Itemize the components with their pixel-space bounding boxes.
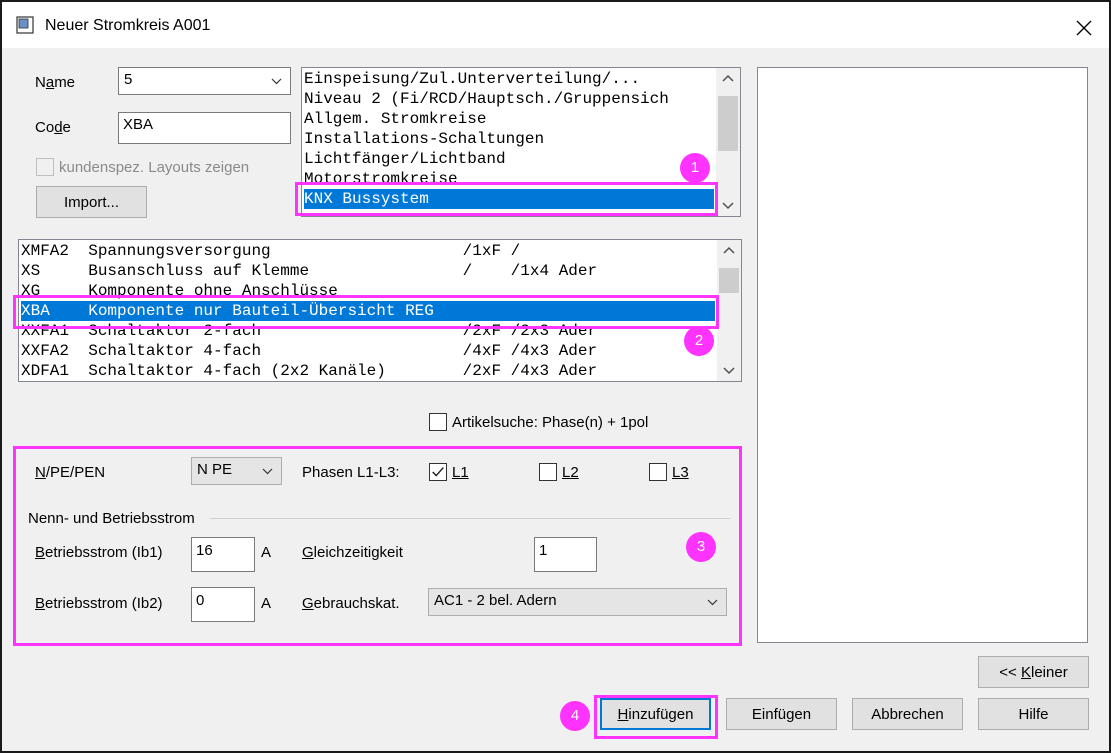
annotation-badge-4: 4	[560, 701, 590, 731]
code-label: Code	[35, 119, 71, 136]
layout-list-item[interactable]: XDFA1 Schaltaktor 4-fach (2x2 Kanäle) /2…	[21, 361, 597, 381]
custom-layouts-checkbox[interactable]	[36, 158, 54, 176]
layout-list-scrollbar[interactable]	[717, 240, 741, 381]
category-list-item[interactable]: Einspeisung/Zul.Unterverteilung/...	[304, 69, 640, 89]
close-icon[interactable]	[1070, 14, 1098, 42]
name-combobox[interactable]: 5	[118, 67, 291, 95]
annotation-highlight-2	[13, 295, 719, 329]
scroll-down-icon[interactable]	[717, 359, 741, 381]
code-input[interactable]: XBA	[118, 112, 291, 144]
annotation-highlight-3	[13, 446, 742, 646]
insert-button[interactable]: Einfügen	[726, 698, 837, 730]
name-value: 5	[124, 71, 133, 88]
scroll-down-icon[interactable]	[716, 194, 740, 216]
annotation-highlight-4	[594, 695, 718, 739]
scroll-up-icon[interactable]	[716, 68, 740, 90]
window-app-icon	[16, 16, 34, 34]
layout-list-item[interactable]: XS Busanschluss auf Klemme / /1x4 Ader	[21, 261, 597, 281]
annotation-badge-3: 3	[686, 532, 716, 562]
annotation-badge-1: 1	[680, 153, 710, 183]
category-list-item[interactable]: Niveau 2 (Fi/RCD/Hauptsch./Gruppensich	[304, 89, 669, 109]
category-scroll-thumb[interactable]	[718, 96, 738, 151]
annotation-highlight-1	[295, 182, 718, 216]
chevron-down-icon	[271, 78, 282, 85]
category-list-item[interactable]: Installations-Schaltungen	[304, 129, 544, 149]
category-list-item[interactable]: Lichtfänger/Lichtband	[304, 149, 506, 169]
article-search-label: Artikelsuche: Phase(n) + 1pol	[452, 414, 649, 431]
custom-layouts-label: kundenspez. Layouts zeigen	[59, 159, 250, 176]
title-bar: Neuer Stromkreis A001	[2, 2, 1109, 48]
layout-scroll-thumb[interactable]	[719, 268, 739, 293]
preview-panel	[757, 67, 1088, 643]
annotation-badge-2: 2	[684, 326, 714, 356]
name-label: Name	[35, 74, 76, 91]
layout-list-item[interactable]: XMFA2 Spannungsversorgung /1xF /	[21, 241, 520, 261]
import-button[interactable]: Import...	[36, 186, 147, 218]
smaller-button[interactable]: << Kleiner	[978, 656, 1089, 688]
window-title: Neuer Stromkreis A001	[45, 17, 211, 34]
article-search-checkbox[interactable]	[429, 413, 447, 431]
category-list-scrollbar[interactable]	[716, 68, 740, 216]
category-list-item[interactable]: Allgem. Stromkreise	[304, 109, 486, 129]
layout-list-item[interactable]: XXFA2 Schaltaktor 4-fach /4xF /4x3 Ader	[21, 341, 597, 361]
help-button[interactable]: Hilfe	[978, 698, 1089, 730]
scroll-up-icon[interactable]	[717, 240, 741, 262]
cancel-button[interactable]: Abbrechen	[852, 698, 963, 730]
